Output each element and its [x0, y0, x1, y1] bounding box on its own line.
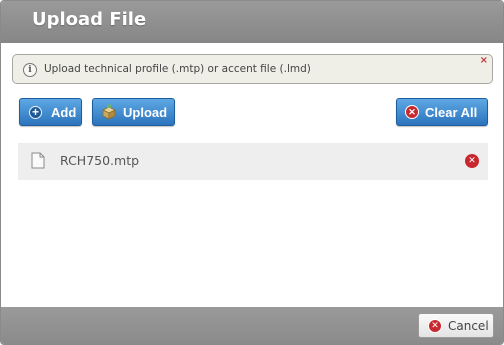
- cancel-button-label: Cancel: [448, 318, 489, 333]
- file-name: RCH750.mtp: [60, 153, 140, 168]
- plus-icon: +: [29, 105, 42, 119]
- cancel-icon: ✕: [428, 318, 442, 333]
- clear-all-button-label: Clear All: [425, 104, 478, 120]
- dialog-title: Upload File: [32, 9, 147, 30]
- add-button-label: Add: [51, 104, 77, 120]
- info-message-text: Upload technical profile (.mtp) or accen…: [44, 63, 311, 75]
- info-icon: i: [23, 63, 37, 77]
- upload-button[interactable]: Upload: [92, 98, 175, 126]
- clear-icon: ✕: [405, 105, 419, 119]
- close-info-icon[interactable]: ×: [480, 56, 488, 66]
- dialog-titlebar[interactable]: Upload File: [1, 1, 503, 43]
- cancel-button[interactable]: ✕ Cancel: [418, 313, 494, 338]
- dialog-footer: ✕ Cancel: [1, 307, 503, 344]
- file-list-item: RCH750.mtp ✕: [18, 143, 488, 180]
- upload-file-dialog: Upload File i Upload technical profile (…: [0, 0, 504, 345]
- clear-all-button[interactable]: ✕ Clear All: [396, 98, 488, 126]
- info-message: i Upload technical profile (.mtp) or acc…: [12, 54, 493, 84]
- package-icon: [102, 104, 116, 120]
- upload-button-label: Upload: [123, 104, 168, 120]
- file-icon: [31, 152, 45, 169]
- add-button[interactable]: + Add: [19, 98, 82, 126]
- remove-file-icon[interactable]: ✕: [465, 154, 479, 168]
